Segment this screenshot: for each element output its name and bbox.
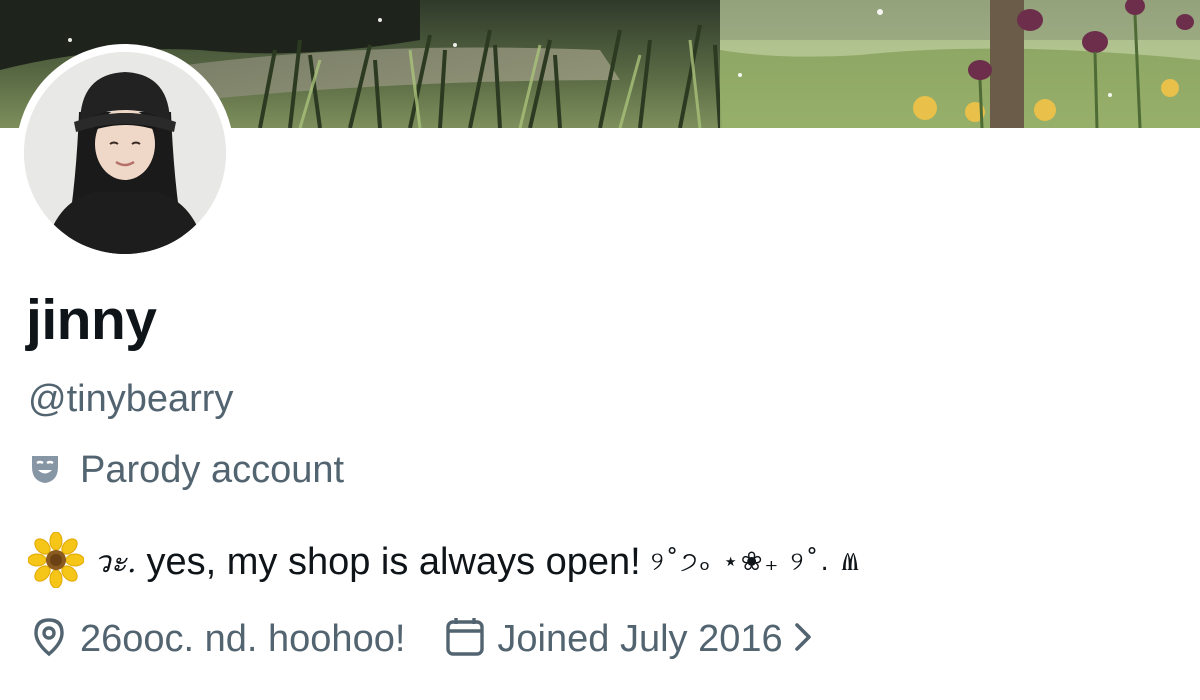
avatar-image — [24, 52, 226, 254]
display-name: jinny — [26, 288, 157, 352]
bio-text: yes, my shop is always open! — [146, 541, 641, 583]
bio-prefix: วะ. — [94, 544, 137, 580]
profile-page: jinny @tinybearry Parody account วะ. yes… — [0, 0, 1200, 700]
calendar-icon — [443, 616, 487, 663]
location-item: 26ooc. nd. hoohoo! — [28, 616, 405, 663]
user-handle: @tinybearry — [28, 378, 234, 420]
sunflower-icon — [27, 531, 85, 593]
map-pin-icon — [28, 616, 70, 663]
account-label-text: Parody account — [80, 449, 345, 491]
bio-decoration: ୨˚੭ₒ ⋆❀₊ ୨˚. Ⱞ — [650, 546, 862, 577]
joined-text: Joined July 2016 — [497, 618, 783, 660]
location-text: 26ooc. nd. hoohoo! — [80, 618, 406, 660]
avatar[interactable] — [16, 44, 234, 262]
joined-date-link[interactable]: Joined July 2016 — [443, 616, 812, 663]
theater-mask-icon — [28, 451, 62, 490]
profile-meta: 26ooc. nd. hoohoo! Joined July 2016 — [28, 614, 813, 664]
chevron-right-icon — [793, 621, 813, 658]
avatar-photo — [24, 52, 226, 254]
account-label[interactable]: Parody account — [28, 448, 344, 492]
profile-bio: วะ. yes, my shop is always open! ୨˚੭ₒ ⋆❀… — [27, 531, 862, 593]
